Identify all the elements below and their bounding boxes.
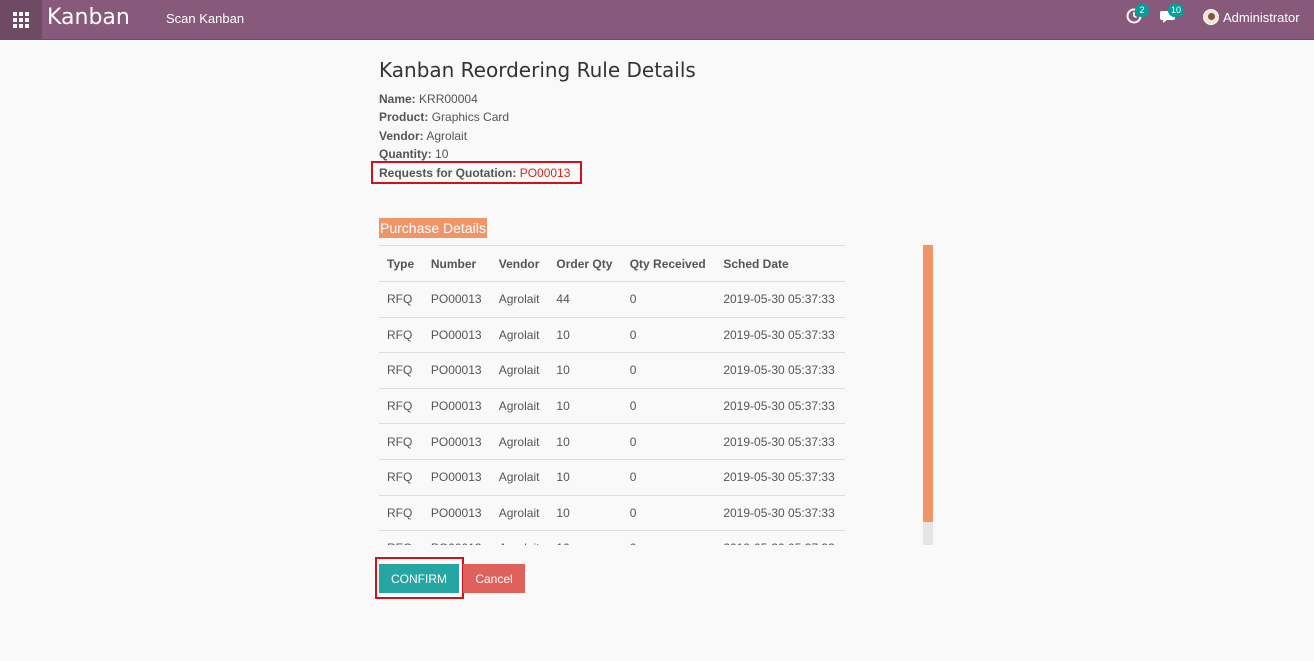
cell-qty-received: 0 [621, 530, 716, 545]
purchase-details-title: Purchase Details [379, 218, 487, 238]
field-rfq: Requests for Quotation: PO00013 [379, 166, 570, 180]
cell-sched-date: 2019-05-30 05:37:33 [715, 495, 845, 532]
cell-qty-received: 0 [621, 352, 716, 389]
table-row: RFQPO00013Agrolait1002019-05-30 05:37:33 [379, 352, 845, 389]
purchase-table: Type Number Vendor Order Qty Qty Receive… [379, 245, 845, 545]
cell-vendor: Agrolait [490, 495, 549, 532]
cell-vendor: Agrolait [490, 388, 549, 425]
table-row: RFQPO00013Agrolait1002019-05-30 05:37:33 [379, 530, 845, 545]
cell-sched-date: 2019-05-30 05:37:33 [715, 281, 845, 318]
user-name: Administrator [1223, 9, 1300, 25]
activity-button[interactable]: 2 [1126, 4, 1149, 26]
field-label: Vendor: [379, 129, 424, 143]
cell-type: RFQ [379, 388, 423, 425]
cell-number: PO00013 [422, 317, 491, 354]
cell-number: PO00013 [422, 530, 491, 545]
page-title: Kanban Reordering Rule Details [379, 58, 696, 82]
cell-vendor: Agrolait [490, 281, 549, 318]
table-row: RFQPO00013Agrolait1002019-05-30 05:37:33 [379, 317, 845, 354]
field-name: Name: KRR00004 [379, 92, 478, 106]
cell-type: RFQ [379, 495, 423, 532]
menu-scan-kanban[interactable]: Scan Kanban [166, 11, 244, 26]
cell-vendor: Agrolait [490, 459, 549, 496]
cell-sched-date: 2019-05-30 05:37:33 [715, 317, 845, 354]
cell-qty-received: 0 [621, 281, 716, 318]
cell-vendor: Agrolait [490, 530, 549, 545]
field-quantity: Quantity: 10 [379, 147, 448, 161]
top-navbar: Kanban Scan Kanban 2 10 Administrator [0, 0, 1314, 40]
table-row: RFQ PO00013 Agrolait 44 0 2019-05-30 05:37:33 [379, 281, 845, 318]
cell-number: PO00013 [422, 281, 491, 318]
table-row: RFQPO00013Agrolait1002019-05-30 05:37:33 [379, 495, 845, 532]
field-value: Agrolait [426, 129, 468, 143]
cell-number: PO00013 [422, 352, 491, 389]
field-product: Product: Graphics Card [379, 110, 509, 124]
table-header-row: Type Number Vendor Order Qty Qty Receive… [379, 245, 845, 282]
cell-sched-date: 2019-05-30 05:37:33 [715, 423, 845, 460]
confirm-button[interactable]: CONFIRM [379, 564, 459, 593]
cell-sched-date: 2019-05-30 05:37:33 [715, 352, 845, 389]
cell-vendor: Agrolait [490, 423, 549, 460]
table-scrollbar[interactable] [923, 245, 933, 545]
column-header-type: Type [379, 245, 423, 282]
cell-order-qty: 10 [548, 352, 622, 389]
cell-qty-received: 0 [621, 459, 716, 496]
cell-order-qty: 10 [548, 530, 622, 545]
apps-grid-icon [13, 12, 29, 28]
cell-number: PO00013 [422, 388, 491, 425]
field-label: Requests for Quotation: [379, 166, 517, 180]
cell-qty-received: 0 [621, 495, 716, 532]
cell-number: PO00013 [422, 423, 491, 460]
purchase-table-container: Type Number Vendor Order Qty Qty Receive… [379, 245, 845, 545]
table-row: RFQPO00013Agrolait1002019-05-30 05:37:33 [379, 423, 845, 460]
cell-order-qty: 10 [548, 459, 622, 496]
cell-type: RFQ [379, 530, 423, 545]
cell-qty-received: 0 [621, 423, 716, 460]
cell-sched-date: 2019-05-30 05:37:33 [715, 530, 845, 545]
cell-order-qty: 10 [548, 423, 622, 460]
column-header-order-qty: Order Qty [548, 245, 622, 282]
field-value: 10 [435, 147, 449, 161]
scrollbar-thumb[interactable] [923, 245, 933, 522]
column-header-sched-date: Sched Date [715, 245, 845, 282]
column-header-qty-received: Qty Received [621, 245, 716, 282]
cell-qty-received: 0 [621, 317, 716, 354]
cell-order-qty: 10 [548, 388, 622, 425]
activity-badge: 2 [1135, 4, 1149, 17]
cancel-button[interactable]: Cancel [463, 564, 525, 593]
app-brand[interactable]: Kanban [47, 5, 130, 30]
cell-order-qty: 44 [548, 281, 622, 318]
field-vendor: Vendor: Agrolait [379, 129, 467, 143]
rfq-link[interactable]: PO00013 [520, 166, 571, 180]
cell-number: PO00013 [422, 459, 491, 496]
cell-sched-date: 2019-05-30 05:37:33 [715, 388, 845, 425]
field-value: Graphics Card [431, 110, 510, 124]
cell-type: RFQ [379, 281, 423, 318]
cell-order-qty: 10 [548, 495, 622, 532]
cell-number: PO00013 [422, 495, 491, 532]
cell-qty-received: 0 [621, 388, 716, 425]
cell-type: RFQ [379, 459, 423, 496]
cell-sched-date: 2019-05-30 05:37:33 [715, 459, 845, 496]
field-label: Product: [379, 110, 429, 124]
messages-badge: 10 [1168, 4, 1185, 17]
field-value: KRR00004 [419, 92, 478, 106]
user-menu[interactable]: Administrator [1203, 9, 1300, 25]
cell-type: RFQ [379, 423, 423, 460]
apps-menu-button[interactable] [0, 0, 42, 40]
avatar [1203, 9, 1219, 25]
column-header-vendor: Vendor [490, 245, 549, 282]
cell-order-qty: 10 [548, 317, 622, 354]
column-header-number: Number [422, 245, 491, 282]
cell-vendor: Agrolait [490, 317, 549, 354]
messages-button[interactable]: 10 [1160, 4, 1185, 26]
field-label: Name: [379, 92, 416, 106]
table-row: RFQPO00013Agrolait1002019-05-30 05:37:33 [379, 388, 845, 425]
table-row: RFQPO00013Agrolait1002019-05-30 05:37:33 [379, 459, 845, 496]
field-label: Quantity: [379, 147, 432, 161]
cell-vendor: Agrolait [490, 352, 549, 389]
cell-type: RFQ [379, 352, 423, 389]
cell-type: RFQ [379, 317, 423, 354]
